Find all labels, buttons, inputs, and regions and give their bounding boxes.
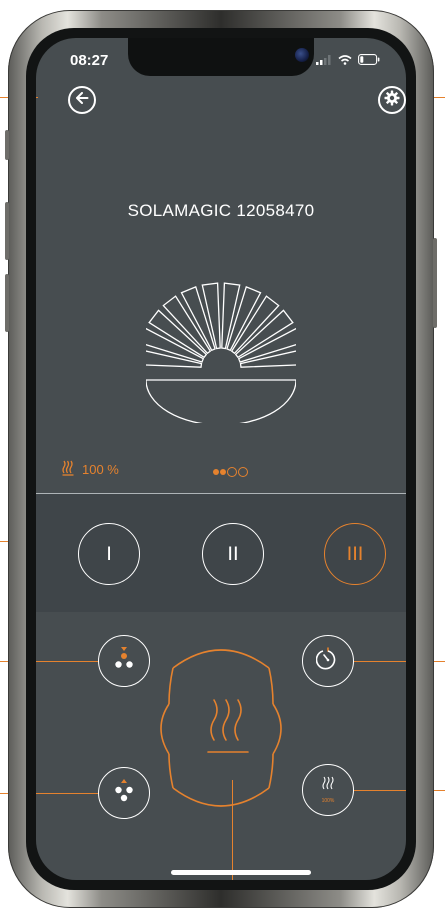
sunrise-logo-icon: [135, 248, 307, 426]
logo-bowl: [145, 379, 297, 426]
increase-button[interactable]: [98, 767, 150, 819]
notch: [128, 38, 314, 76]
mute-switch: [5, 130, 9, 160]
logo-ray: [135, 348, 203, 368]
callout-line-heat-percent-inner: [354, 790, 406, 792]
decrease-button[interactable]: [98, 635, 150, 687]
logo-ray: [234, 309, 294, 359]
volume-up-button: [5, 202, 9, 260]
callout-line-back-inner: [36, 97, 38, 99]
home-indicator: [171, 870, 311, 875]
heat-percent-button[interactable]: 100%: [302, 764, 354, 816]
status-icons: [316, 52, 380, 70]
heat-percent-label: 100%: [321, 798, 335, 804]
page-dot: [220, 469, 226, 475]
back-button[interactable]: [68, 86, 96, 114]
battery-icon: [358, 52, 380, 70]
main-heat-button[interactable]: [198, 683, 258, 778]
heat-percent-icon: [321, 776, 335, 797]
page-dot: [238, 467, 248, 477]
callout-line-timer-inner: [354, 661, 406, 663]
signal-icon: [316, 52, 332, 70]
timer-icon: [315, 646, 340, 677]
logo-ray: [230, 295, 280, 355]
logo-ray: [162, 295, 212, 355]
dots-decrease-icon: [112, 646, 136, 677]
page-dot: [227, 467, 237, 477]
app-screen: 08:27 SOLAMAGIC 12058470 100 % I II III …: [36, 38, 406, 880]
front-camera: [295, 48, 309, 62]
level-3-button[interactable]: III: [324, 523, 386, 585]
logo-ray: [239, 348, 307, 368]
device-name: SOLAMAGIC 12058470: [127, 201, 315, 220]
phone-frame: 08:27 SOLAMAGIC 12058470 100 % I II III …: [5, 10, 437, 908]
heat-waves-icon: [62, 460, 74, 479]
callout-line-decrease-inner: [36, 661, 98, 663]
settings-button[interactable]: [378, 86, 406, 114]
timer-button[interactable]: [302, 635, 354, 687]
wifi-icon: [338, 52, 352, 70]
arrow-left-icon: [75, 91, 89, 109]
level-2-button[interactable]: II: [202, 523, 264, 585]
power-readout: 100 %: [62, 460, 119, 479]
power-button: [433, 238, 437, 328]
gear-icon: [384, 90, 400, 111]
volume-down-button: [5, 274, 9, 332]
level-1-button[interactable]: I: [78, 523, 140, 585]
page-indicator: [213, 467, 248, 477]
heat-waves-icon: [206, 696, 250, 765]
status-time: 08:27: [70, 52, 109, 69]
dots-increase-icon: [112, 778, 136, 809]
callout-line-increase-inner: [36, 793, 98, 795]
page-dot: [213, 469, 219, 475]
power-percent: 100 %: [82, 462, 119, 477]
logo-ray: [148, 309, 208, 359]
